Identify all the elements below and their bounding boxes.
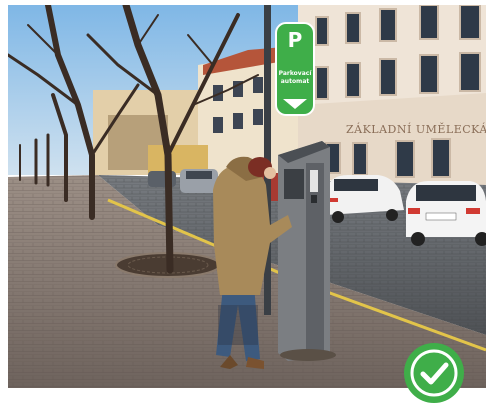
image-frame: ZÁKLADNÍ UMĚLECKÁ ŠKOLA bbox=[0, 0, 488, 403]
street-photo: ZÁKLADNÍ UMĚLECKÁ ŠKOLA bbox=[8, 5, 486, 388]
facade-lettering: ZÁKLADNÍ UMĚLECKÁ ŠKOLA bbox=[346, 122, 486, 136]
sign-letter: P bbox=[288, 28, 303, 52]
parking-meter bbox=[278, 141, 336, 361]
parking-sign: P Parkovací automat bbox=[275, 22, 315, 116]
checkmark-badge bbox=[404, 343, 464, 403]
sign-line-1: Parkovací bbox=[279, 70, 313, 77]
sign-line-2: automat bbox=[281, 78, 310, 85]
parked-car-white-2 bbox=[406, 181, 486, 246]
